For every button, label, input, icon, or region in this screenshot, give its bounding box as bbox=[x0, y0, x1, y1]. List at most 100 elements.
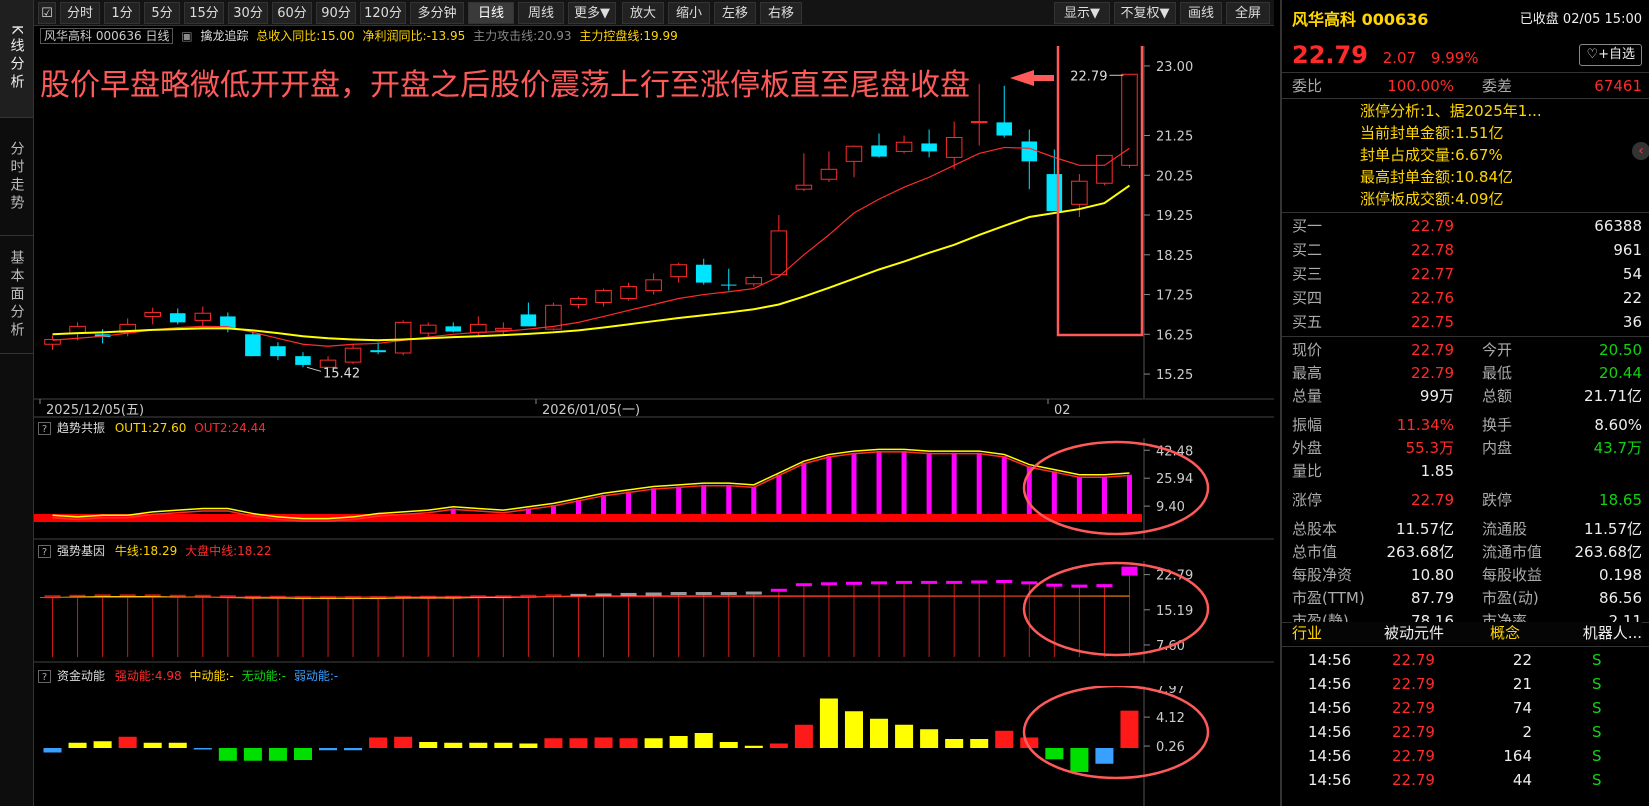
bar bbox=[851, 452, 857, 514]
tick-volume: 21 bbox=[1512, 675, 1532, 693]
period-30min[interactable]: 30分 bbox=[228, 2, 268, 24]
momentum-bar bbox=[344, 748, 363, 751]
gene-block bbox=[1046, 583, 1063, 587]
stat-label: 每股收益 bbox=[1482, 566, 1543, 584]
stat-label: 总市值 bbox=[1292, 543, 1338, 561]
period-intraday[interactable]: 分时 bbox=[60, 2, 100, 24]
bid-row[interactable]: 买五 22.75 36 bbox=[1292, 310, 1642, 334]
bid-price: 22.77 bbox=[1411, 265, 1454, 283]
stat-value: 22.79 bbox=[1411, 341, 1454, 359]
study-name[interactable]: 擒龙追踪 bbox=[200, 29, 248, 43]
move-left-button[interactable]: 左移 bbox=[714, 2, 756, 24]
stat-value: 86.56 bbox=[1599, 589, 1642, 607]
stat-value: 11.57亿 bbox=[1396, 520, 1454, 538]
period-1min[interactable]: 1分 bbox=[104, 2, 140, 24]
tick-price: 22.79 bbox=[1392, 771, 1435, 789]
ma-line-1 bbox=[52, 146, 1130, 347]
tick-row[interactable]: 14:56 22.79 2 S bbox=[1292, 720, 1642, 744]
tick-row[interactable]: 14:56 22.79 74 S bbox=[1292, 696, 1642, 720]
period-multi-min[interactable]: 多分钟 bbox=[410, 2, 464, 24]
industry-link[interactable]: 被动元件 bbox=[1384, 622, 1444, 644]
concept-link[interactable]: 机器人... bbox=[1583, 622, 1642, 644]
limit-info-row: 封单占成交量:6.67% bbox=[1360, 144, 1649, 166]
y-tick-label: 20.25 bbox=[1156, 169, 1193, 184]
price-change-pct: 9.99% bbox=[1430, 49, 1479, 67]
fund-momentum-chart[interactable]: 7.974.120.26⚙⊗ bbox=[34, 686, 1274, 806]
bid-row[interactable]: 买三 22.77 54 bbox=[1292, 262, 1642, 286]
tick-row[interactable]: 14:56 22.79 44 S bbox=[1292, 768, 1642, 792]
tick-row[interactable]: 14:56 22.79 22 S bbox=[1292, 648, 1642, 672]
period-60min[interactable]: 60分 bbox=[272, 2, 312, 24]
momentum-bar bbox=[995, 730, 1014, 748]
bar bbox=[1051, 471, 1057, 514]
period-120min[interactable]: 120分 bbox=[360, 2, 406, 24]
adjust-dropdown[interactable]: 不复权▼ bbox=[1114, 2, 1176, 24]
bar bbox=[726, 484, 732, 514]
zoom-out-button[interactable]: 缩小 bbox=[668, 2, 710, 24]
momentum-bar bbox=[193, 748, 212, 750]
bid-price: 22.78 bbox=[1411, 241, 1454, 259]
fullscreen-button[interactable]: 全屏 bbox=[1226, 2, 1270, 24]
period-weekly[interactable]: 周线 bbox=[518, 2, 564, 24]
bid-label: 买四 bbox=[1292, 289, 1323, 307]
candle bbox=[745, 276, 763, 285]
stat-value: 20.50 bbox=[1599, 341, 1642, 359]
tick-row[interactable]: 14:56 22.79 21 S bbox=[1292, 672, 1642, 696]
draw-line-button[interactable]: 画线 bbox=[1180, 2, 1222, 24]
panel3-header: ? 资金动能 强动能:4.98 中动能:- 无动能:- 弱动能:- bbox=[34, 666, 338, 686]
bar bbox=[701, 484, 707, 514]
collapse-arrow-icon[interactable]: ‹ bbox=[1632, 142, 1649, 160]
bid-row[interactable]: 买一 22.79 66388 bbox=[1292, 214, 1642, 238]
bid-label: 买一 bbox=[1292, 217, 1323, 235]
help-icon[interactable]: ? bbox=[38, 670, 51, 683]
momentum-bar bbox=[268, 748, 287, 761]
move-right-button[interactable]: 右移 bbox=[760, 2, 802, 24]
gene-block bbox=[921, 580, 938, 584]
tab-intraday[interactable]: 分时走势 bbox=[0, 118, 33, 236]
checkbox-icon[interactable]: ☑ bbox=[38, 2, 56, 24]
display-dropdown[interactable]: 显示▼ bbox=[1054, 2, 1110, 24]
bid-row[interactable]: 买四 22.76 22 bbox=[1292, 286, 1642, 310]
tick-row[interactable]: 14:56 22.79 164 S bbox=[1292, 744, 1642, 768]
bar bbox=[951, 452, 957, 514]
tick-time: 14:56 bbox=[1308, 771, 1352, 789]
bid-price: 22.76 bbox=[1411, 289, 1454, 307]
momentum-bar bbox=[544, 738, 563, 748]
period-15min[interactable]: 15分 bbox=[184, 2, 224, 24]
period-daily[interactable]: 日线 bbox=[468, 2, 514, 24]
tab-kline[interactable]: K线分析 bbox=[0, 0, 33, 118]
stat-value: 10.80 bbox=[1411, 566, 1454, 584]
gene-block bbox=[1121, 566, 1138, 576]
y-tick-label: 18.25 bbox=[1156, 249, 1193, 264]
stat-row: 总市值 263.68亿 流通市值 263.68亿 bbox=[1292, 540, 1642, 564]
stat-label: 总量 bbox=[1292, 387, 1323, 405]
help-icon[interactable]: ? bbox=[38, 545, 51, 558]
stat-value: 11.57亿 bbox=[1584, 520, 1642, 538]
strength-gene-chart[interactable]: 22.7915.197.60⚙⊗ bbox=[34, 561, 1274, 663]
zoom-in-button[interactable]: 放大 bbox=[622, 2, 664, 24]
help-icon[interactable]: ? bbox=[38, 422, 51, 435]
candle bbox=[595, 290, 612, 303]
x-tick-label: 02 bbox=[1054, 403, 1071, 418]
more-periods-dropdown[interactable]: 更多▼ bbox=[568, 2, 616, 24]
candle bbox=[820, 168, 838, 180]
trend-resonance-chart[interactable]: 42.4825.949.40⚙⊗ bbox=[34, 438, 1274, 540]
bid-row[interactable]: 买二 22.78 961 bbox=[1292, 238, 1642, 262]
period-5min[interactable]: 5分 bbox=[144, 2, 180, 24]
gear-small-icon[interactable]: ▣ bbox=[181, 29, 192, 43]
candle bbox=[370, 350, 386, 353]
momentum-bar bbox=[419, 742, 438, 748]
tab-fundamentals[interactable]: 基本面分析 bbox=[0, 236, 33, 354]
add-watchlist-button[interactable]: ♡+自选 bbox=[1579, 44, 1642, 66]
panel1-item: OUT1:27.60 bbox=[114, 421, 187, 435]
stock-period-label: 风华高科 000636 日线 bbox=[40, 28, 174, 44]
period-90min[interactable]: 90分 bbox=[316, 2, 356, 24]
momentum-bar bbox=[619, 738, 638, 748]
momentum-bar bbox=[43, 748, 62, 753]
momentum-bar bbox=[644, 738, 663, 748]
limit-info-row: 当前封单金额:1.51亿 bbox=[1360, 122, 1649, 144]
stat-value: 99万 bbox=[1419, 387, 1454, 405]
bar bbox=[626, 491, 632, 514]
gene-block bbox=[670, 592, 687, 596]
candle bbox=[945, 136, 963, 158]
